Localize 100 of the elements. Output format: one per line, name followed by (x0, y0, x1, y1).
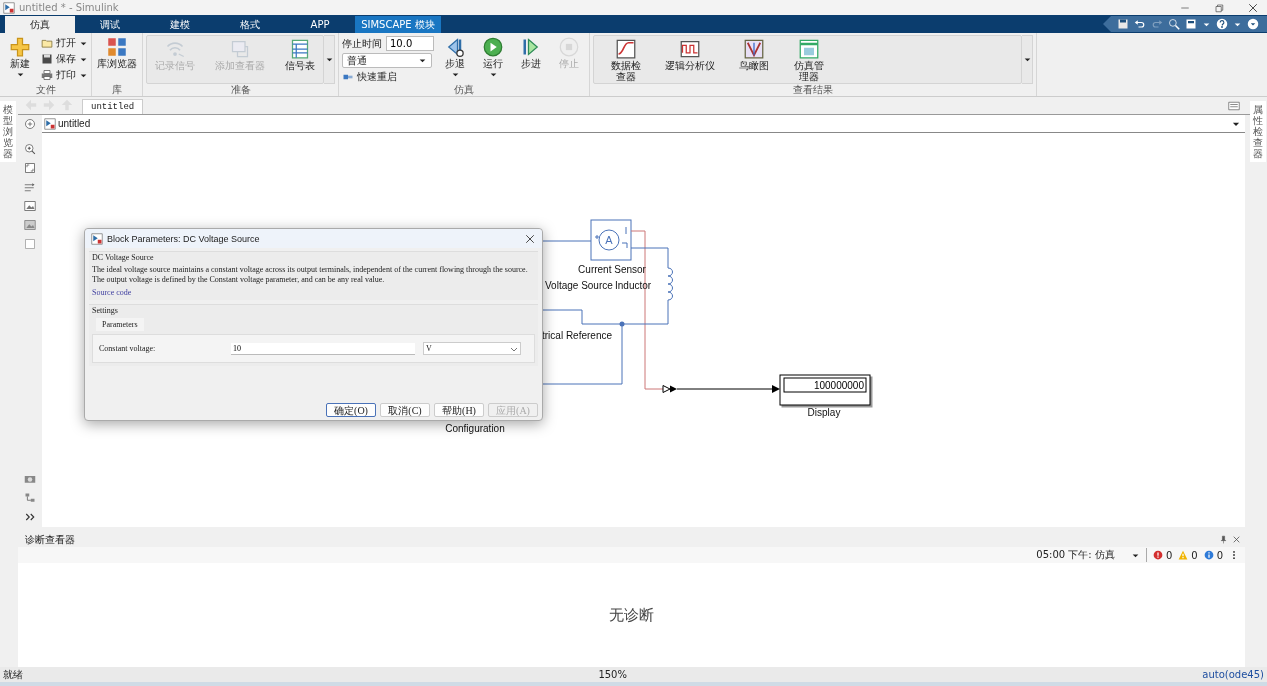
panel-icon (1228, 100, 1240, 112)
double-chevron-icon (24, 511, 36, 523)
signal-arrow[interactable] (662, 385, 780, 393)
signal-waves-icon (165, 39, 185, 59)
save-icon (1117, 18, 1129, 30)
block-label: trical Reference (542, 330, 613, 341)
group-label: 库 (111, 84, 123, 96)
close-icon (1247, 1, 1259, 14)
ribbon-button[interactable]: 步退 (438, 35, 472, 79)
caret-icon (488, 70, 498, 79)
inductor-coil[interactable] (667, 267, 673, 301)
junction-dot (619, 321, 625, 327)
caret-icon (418, 56, 427, 65)
group-label: 准备 (229, 84, 252, 96)
editor-tab[interactable]: untitled (82, 99, 144, 114)
expand-icon (24, 118, 36, 130)
ribbon-tab[interactable]: APP (285, 16, 355, 33)
diagram-icon (744, 39, 764, 59)
parameters-tab[interactable]: Parameters (96, 318, 144, 331)
stop-time-field[interactable]: 10.0 (386, 36, 434, 51)
toggle-button[interactable]: 快速重启 (342, 70, 434, 84)
solver-link[interactable]: auto(ode45) (1202, 669, 1264, 680)
fit-view-icon (24, 162, 36, 174)
gallery-more-button[interactable] (324, 35, 335, 84)
window-icon (1185, 18, 1197, 30)
gallery-more-button[interactable] (1022, 35, 1033, 84)
info-icon (1203, 550, 1214, 560)
current-sensor-block[interactable] (590, 219, 632, 261)
back-arrow-icon (24, 98, 38, 112)
ammeter-symbol: A (605, 234, 613, 246)
dialog-button[interactable]: 帮助(H) (434, 403, 484, 417)
connection-line[interactable] (540, 240, 592, 242)
ribbon-tab[interactable]: 格式 (215, 16, 285, 33)
folder-icon (41, 37, 53, 49)
camera-icon (24, 473, 36, 485)
dialog-title: Block Parameters: DC Voltage Source (107, 233, 260, 244)
unit-dropdown[interactable]: V (423, 342, 521, 355)
parameter-label: Constant voltage: (99, 344, 157, 353)
picture-icon (24, 219, 36, 231)
pin-icon (1219, 535, 1228, 544)
ribbon-button[interactable]: 信号表 (283, 37, 317, 71)
block-name: DC Voltage Source (92, 253, 155, 262)
count-filter-button[interactable]: 0 (1152, 549, 1173, 561)
caret-icon (450, 70, 460, 79)
connection-line[interactable] (540, 323, 623, 385)
redo-icon (1151, 18, 1163, 30)
step-back-icon (445, 37, 465, 57)
step-forward-icon (521, 37, 541, 57)
table-icon (290, 39, 310, 59)
ribbon-button[interactable]: 新建 (3, 35, 37, 79)
ribbon-button[interactable]: 步进 (514, 35, 548, 69)
empty-message: 无诊断 (609, 605, 654, 625)
printer-icon (41, 69, 53, 81)
ribbon-button[interactable]: 鸟瞰图 (737, 37, 771, 71)
block-label: Display (807, 407, 841, 418)
mode-dropdown[interactable]: 普通 (342, 53, 432, 68)
dropdown-icon (1247, 18, 1259, 30)
filter-dropdown[interactable]: 05:00 下午: 仿真 (1036, 548, 1147, 562)
block-label: Inductor (615, 280, 652, 291)
square-icon (24, 238, 36, 250)
ribbon-button[interactable]: 数据检查器 (608, 37, 643, 82)
window-icon (798, 39, 819, 59)
side-panel-tab[interactable]: 属性检查器 (1250, 101, 1266, 162)
count-filter-button[interactable]: 0 (1178, 549, 1198, 561)
zoom-in-icon (24, 143, 36, 155)
ribbon-tab[interactable]: 调试 (75, 16, 145, 33)
count-filter-button[interactable]: 0 (1203, 549, 1223, 561)
block-description: The ideal voltage source maintains a constant voltage across its output terminals, independent of the current flowing through the source. The output voltage is defined by the Constant voltage parameter, and can be any real value. (92, 265, 529, 285)
source-code-link[interactable]: Source code (92, 288, 535, 297)
block-label: Current Sensor (578, 264, 646, 275)
stop-time-label: 停止时间 (342, 36, 382, 51)
ribbon-button[interactable]: 打印 (41, 68, 88, 82)
voltage-field[interactable]: 10 (231, 342, 415, 355)
help-icon (1216, 18, 1228, 30)
ribbon-button[interactable]: 逻辑分析仪 (663, 37, 717, 71)
up-arrow-icon (60, 98, 74, 112)
plus-icon (10, 37, 30, 57)
warning-icon (1178, 550, 1189, 560)
group-label: 仿真 (453, 84, 475, 96)
restore-icon (1213, 1, 1225, 14)
status-text: 就绪 (3, 667, 23, 682)
side-panel-tab[interactable]: 模型浏览器 (0, 101, 16, 162)
ribbon-button[interactable]: 打开 (41, 36, 88, 50)
search-icon (1168, 18, 1180, 30)
ribbon-tab[interactable]: 建模 (145, 16, 215, 33)
ribbon-button[interactable]: 保存 (41, 52, 88, 66)
breadcrumb-link[interactable]: untitled (58, 118, 91, 129)
undo-icon (1134, 18, 1146, 30)
grid-icon (107, 37, 127, 57)
ribbon-tab[interactable]: 仿真 (5, 16, 75, 33)
play-icon (483, 37, 503, 57)
group-label: 查看结果 (792, 84, 834, 96)
ribbon-tab[interactable]: SIMSCAPE 模块 (355, 16, 441, 33)
line-chart-icon (615, 39, 636, 59)
group-label: 文件 (34, 84, 57, 96)
ribbon-button[interactable]: 库浏览器 (95, 35, 139, 69)
ribbon-button[interactable]: 运行 (476, 35, 510, 79)
dialog-button[interactable]: 确定(O) (326, 403, 376, 417)
ribbon-button[interactable]: 仿真管理器 (791, 37, 826, 82)
dialog-button[interactable]: 取消(C) (380, 403, 430, 417)
